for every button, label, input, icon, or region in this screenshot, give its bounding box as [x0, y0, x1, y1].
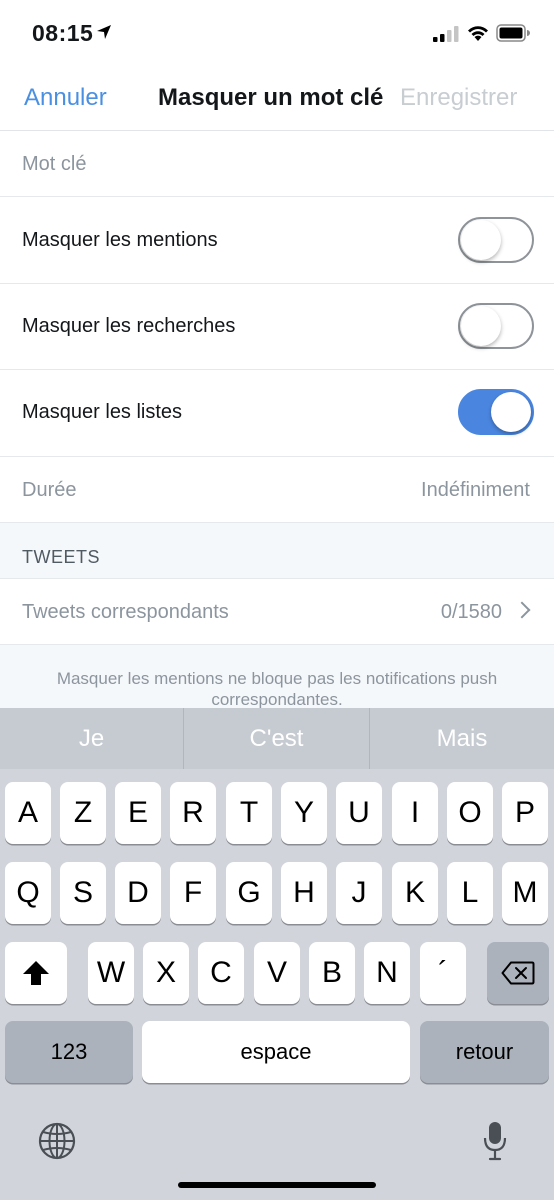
- mute-searches-label: Masquer les recherches: [22, 315, 236, 337]
- duration-row[interactable]: Durée Indéfiniment: [0, 457, 554, 523]
- key[interactable]: V: [254, 942, 300, 1004]
- key[interactable]: Y: [281, 782, 327, 844]
- key[interactable]: L: [447, 862, 493, 924]
- keyboard: Je C'est Mais A Z E R T Y U I O P Q S D …: [0, 708, 554, 1200]
- key[interactable]: Z: [60, 782, 106, 844]
- page-title: Masquer un mot clé: [158, 84, 384, 111]
- tweets-section-header: TWEETS: [0, 523, 554, 579]
- matching-tweets-label: Tweets correspondants: [22, 601, 229, 623]
- shift-key[interactable]: [5, 942, 67, 1004]
- status-bar: 08:15: [0, 0, 554, 70]
- status-time: 08:15: [32, 20, 94, 46]
- key[interactable]: H: [281, 862, 327, 924]
- key[interactable]: U: [336, 782, 382, 844]
- key[interactable]: E: [115, 782, 161, 844]
- home-indicator: [178, 1182, 376, 1188]
- key[interactable]: I: [392, 782, 438, 844]
- key[interactable]: B: [309, 942, 355, 1004]
- key[interactable]: T: [226, 782, 272, 844]
- key[interactable]: R: [170, 782, 216, 844]
- cellular-signal-icon: [433, 26, 459, 42]
- globe-icon[interactable]: [38, 1122, 76, 1160]
- location-arrow-icon: [97, 25, 111, 39]
- key[interactable]: P: [502, 782, 548, 844]
- toggle-row-mentions: Masquer les mentions: [0, 197, 554, 284]
- key[interactable]: Q: [5, 862, 51, 924]
- delete-key[interactable]: [487, 942, 549, 1004]
- key[interactable]: S: [60, 862, 106, 924]
- mute-mentions-label: Masquer les mentions: [22, 229, 218, 251]
- footer-note: Masquer les mentions ne bloque pas les n…: [56, 669, 498, 708]
- numbers-key[interactable]: 123: [5, 1021, 133, 1083]
- key[interactable]: X: [143, 942, 189, 1004]
- microphone-icon[interactable]: [483, 1121, 507, 1161]
- key[interactable]: W: [88, 942, 134, 1004]
- key[interactable]: N: [364, 942, 410, 1004]
- suggestion-bar: Je C'est Mais: [0, 708, 554, 769]
- key[interactable]: C: [198, 942, 244, 1004]
- key[interactable]: D: [115, 862, 161, 924]
- backspace-icon: [501, 961, 535, 985]
- key[interactable]: J: [336, 862, 382, 924]
- key[interactable]: O: [447, 782, 493, 844]
- mute-lists-toggle[interactable]: [458, 389, 534, 435]
- key[interactable]: A: [5, 782, 51, 844]
- return-key[interactable]: retour: [420, 1021, 549, 1083]
- matching-tweets-count: 0/1580: [440, 601, 502, 623]
- key[interactable]: G: [226, 862, 272, 924]
- save-button[interactable]: Enregistrer: [400, 84, 517, 112]
- mute-lists-label: Masquer les listes: [22, 401, 183, 423]
- toggle-row-searches: Masquer les recherches: [0, 284, 554, 370]
- cancel-button[interactable]: Annuler: [24, 84, 107, 112]
- battery-icon: [496, 24, 530, 42]
- mute-mentions-toggle[interactable]: [458, 217, 534, 263]
- keyword-field[interactable]: Mot clé: [0, 131, 554, 197]
- matching-tweets-row[interactable]: Tweets correspondants 0/1580: [0, 579, 554, 645]
- footer-area: Masquer les mentions ne bloque pas les n…: [0, 645, 554, 708]
- key[interactable]: F: [170, 862, 216, 924]
- suggestion-3[interactable]: Mais: [370, 708, 554, 769]
- section-title: TWEETS: [22, 547, 100, 567]
- key[interactable]: ´: [420, 942, 466, 1004]
- keyword-placeholder: Mot clé: [22, 153, 87, 175]
- suggestion-2[interactable]: C'est: [184, 708, 369, 769]
- duration-value: Indéfiniment: [421, 479, 530, 501]
- duration-label: Durée: [22, 479, 77, 501]
- mute-searches-toggle[interactable]: [458, 303, 534, 349]
- nav-bar: Annuler Masquer un mot clé Enregistrer: [0, 70, 554, 131]
- shift-icon: [23, 961, 49, 985]
- key[interactable]: M: [502, 862, 548, 924]
- suggestion-1[interactable]: Je: [0, 708, 183, 769]
- chevron-right-icon: [513, 601, 531, 619]
- key[interactable]: K: [392, 862, 438, 924]
- toggle-row-lists: Masquer les listes: [0, 370, 554, 457]
- space-key[interactable]: espace: [142, 1021, 410, 1083]
- wifi-icon: [468, 26, 488, 41]
